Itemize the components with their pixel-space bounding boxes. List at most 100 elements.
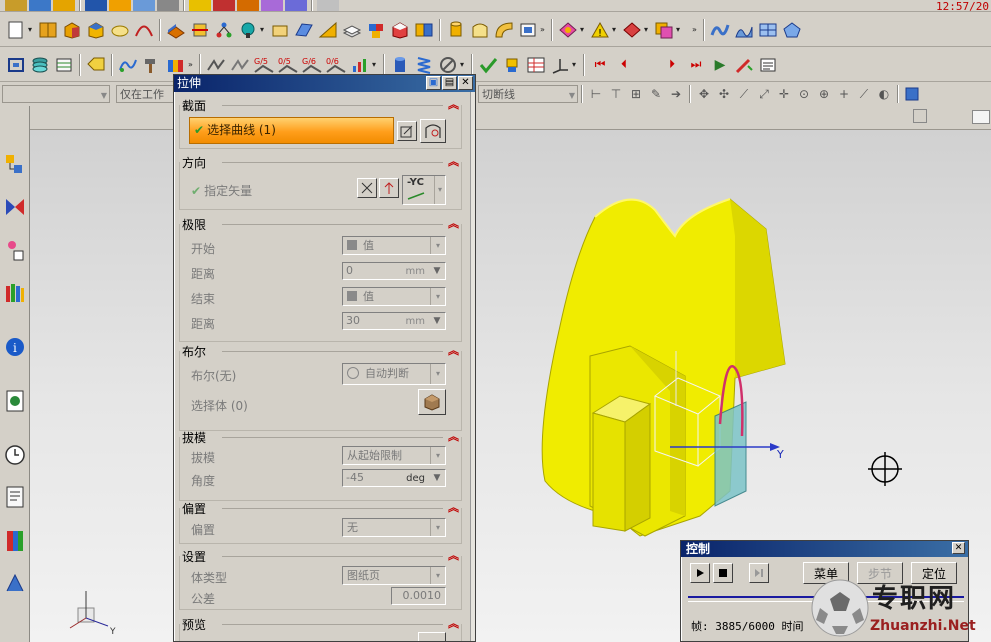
- o5-icon[interactable]: 0/5: [277, 54, 299, 76]
- first-frame-icon[interactable]: ⏮: [589, 54, 611, 76]
- dialog-collapse-button[interactable]: ▤: [442, 76, 457, 90]
- extrude-dialog-titlebar[interactable]: 拉伸 ▣ ▤ ✕: [174, 75, 475, 92]
- red-box-icon[interactable]: [389, 19, 411, 41]
- line-end-icon[interactable]: ⟋: [735, 83, 753, 105]
- robot-icon[interactable]: [501, 54, 523, 76]
- offset-dropdown[interactable]: 无 ▾: [342, 518, 446, 537]
- teal-node-icon[interactable]: [237, 19, 259, 41]
- window-restore-icon[interactable]: [972, 110, 990, 124]
- dialog-close-button[interactable]: ✕: [458, 76, 473, 90]
- database-icon[interactable]: [389, 54, 411, 76]
- selection-scope-combo[interactable]: 仅在工作: [116, 85, 176, 103]
- cube-icon[interactable]: [213, 0, 235, 11]
- wedge-icon[interactable]: [317, 19, 339, 41]
- move-icon[interactable]: ✣: [715, 83, 733, 105]
- pencil-flag-icon[interactable]: [733, 54, 755, 76]
- spring-icon[interactable]: [413, 54, 435, 76]
- select-body-label[interactable]: 选择体 (0): [191, 397, 248, 414]
- history-clock-icon[interactable]: [3, 442, 27, 468]
- orange-block-icon[interactable]: [109, 0, 131, 11]
- face-point-icon[interactable]: ◐: [875, 83, 893, 105]
- assembly-icon[interactable]: [157, 0, 179, 11]
- assembly-navigator-icon[interactable]: [3, 152, 27, 178]
- preview-button[interactable]: [418, 632, 446, 641]
- chevron-down-icon[interactable]: ▾: [572, 60, 578, 69]
- n-sided-surface-icon[interactable]: [781, 19, 803, 41]
- layers-icon[interactable]: [29, 54, 51, 76]
- sketch-icon[interactable]: [29, 0, 51, 11]
- chevron-down-icon[interactable]: »: [540, 25, 546, 34]
- snap-endpoint-icon[interactable]: ⊢: [587, 83, 605, 105]
- tree-icon[interactable]: [213, 19, 235, 41]
- chevron-down-icon[interactable]: ▾: [580, 25, 586, 34]
- g5b-icon[interactable]: G/6: [301, 54, 323, 76]
- vector-dialog-button[interactable]: [357, 178, 377, 198]
- draft-dropdown[interactable]: 从起始限制 ▾: [342, 446, 446, 465]
- shaded-block-icon[interactable]: [61, 19, 83, 41]
- start-type-dropdown[interactable]: 值 ▾: [342, 236, 446, 255]
- roles-icon[interactable]: [3, 570, 27, 596]
- intersection-icon[interactable]: ✛: [775, 83, 793, 105]
- reuse-library-icon[interactable]: [3, 280, 27, 306]
- select-curve-field[interactable]: ✔ 选择曲线 (1): [189, 117, 394, 144]
- snap-combo[interactable]: 切断线 ▼: [478, 85, 578, 103]
- reverse-direction-button[interactable]: [379, 178, 399, 198]
- snap-grid-icon[interactable]: ⊞: [627, 83, 645, 105]
- boolean-dropdown[interactable]: 自动判断 ▾: [342, 363, 446, 385]
- rotate-tool-icon[interactable]: [557, 19, 579, 41]
- existing-point-icon[interactable]: +: [835, 83, 853, 105]
- next-frame-icon[interactable]: ⏵: [661, 54, 683, 76]
- snap-midpoint-icon[interactable]: ⊤: [607, 83, 625, 105]
- chevron-down-icon[interactable]: ▾: [460, 60, 466, 69]
- tag-icon[interactable]: [85, 54, 107, 76]
- info-icon[interactable]: i: [3, 334, 27, 360]
- prev-frame-icon[interactable]: ⏴: [613, 54, 635, 76]
- cylinder-icon[interactable]: [445, 19, 467, 41]
- step-forward-button[interactable]: [749, 563, 769, 583]
- point-icon[interactable]: ✥: [695, 83, 713, 105]
- more-icon[interactable]: »: [188, 60, 194, 69]
- book-icon[interactable]: [37, 19, 59, 41]
- chevron-down-icon[interactable]: ▾: [260, 25, 266, 34]
- wave-icon[interactable]: [117, 54, 139, 76]
- constraint-navigator-icon[interactable]: [3, 194, 27, 220]
- end-distance-input[interactable]: 30 mm ▼: [342, 312, 446, 330]
- plane-icon[interactable]: [293, 19, 315, 41]
- play-button[interactable]: [690, 563, 710, 583]
- freeform-icon[interactable]: [709, 19, 731, 41]
- chevron-down-icon[interactable]: ▾: [372, 60, 378, 69]
- type-filter-combo[interactable]: ▼: [2, 85, 110, 103]
- surface-grid-icon[interactable]: [757, 19, 779, 41]
- chevron-down-icon[interactable]: ▾: [28, 25, 34, 34]
- control-panel-titlebar[interactable]: 控制 ✕: [681, 541, 968, 557]
- web-browser-icon[interactable]: [3, 388, 27, 414]
- fold-icon[interactable]: [469, 19, 491, 41]
- view-icon[interactable]: [5, 0, 27, 11]
- fit-view-icon[interactable]: [5, 54, 27, 76]
- spreadsheet-icon[interactable]: [525, 54, 547, 76]
- split-block-icon[interactable]: [413, 19, 435, 41]
- red-cube-icon[interactable]: [621, 19, 643, 41]
- mesh-icon[interactable]: [285, 0, 307, 11]
- chevron-down-icon[interactable]: ▾: [644, 25, 650, 34]
- solid-select-icon[interactable]: [903, 83, 921, 105]
- sweep-icon[interactable]: [493, 19, 515, 41]
- g5-icon[interactable]: G/5: [253, 54, 275, 76]
- curve-tool-icon[interactable]: [133, 19, 155, 41]
- angle-input[interactable]: -45 deg ▼: [342, 469, 446, 487]
- quadrant-icon[interactable]: ⊕: [815, 83, 833, 105]
- no-entry-icon[interactable]: [437, 54, 459, 76]
- more-icon[interactable]: »: [692, 25, 698, 34]
- sketch-section-button[interactable]: [397, 121, 417, 141]
- curve-icon[interactable]: [261, 0, 283, 11]
- stack-icon[interactable]: [653, 19, 675, 41]
- control-close-button[interactable]: ✕: [952, 542, 965, 554]
- arrow-right-icon[interactable]: ➔: [667, 83, 685, 105]
- section-icon[interactable]: [189, 19, 211, 41]
- box-icon[interactable]: [269, 19, 291, 41]
- warning-triangle-icon[interactable]: !: [589, 19, 611, 41]
- blue-solid-icon[interactable]: [85, 0, 107, 11]
- list-icon[interactable]: [757, 54, 779, 76]
- chevron-down-icon[interactable]: ▾: [676, 25, 682, 34]
- blend-icon[interactable]: [189, 0, 211, 11]
